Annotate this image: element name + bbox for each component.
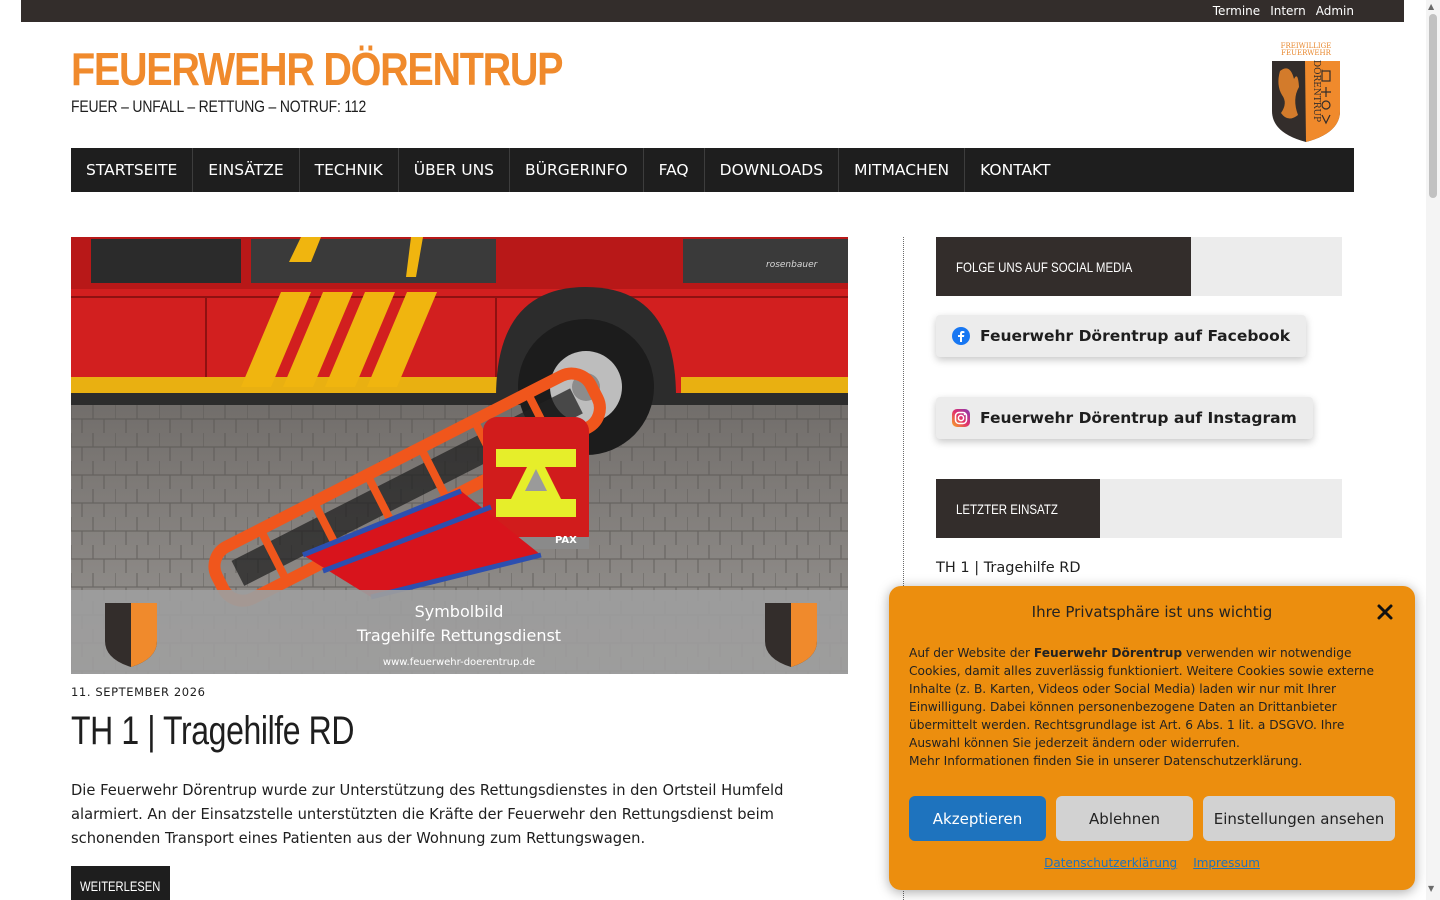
nav-item-mitmachen[interactable]: MITMACHEN [839,148,966,192]
social-heading-label: FOLGE UNS AUF SOCIAL MEDIA [936,237,1191,296]
facebook-button[interactable]: Feuerwehr Dörentrup auf Facebook [936,315,1307,357]
cookie-dialog-title: Ihre Privatsphäre ist uns wichtig [1031,603,1273,621]
post-title[interactable]: TH 1 | Tragehilfe RD [71,709,354,754]
image-caption-line-1: Symbolbild [415,602,504,621]
instagram-button-label: Feuerwehr Dörentrup auf Instagram [980,409,1297,427]
crest-side-text: DÖRENTRUP [1311,60,1323,122]
cookie-text-body: verwenden wir notwendige Cookies, damit … [909,646,1375,750]
social-heading-text: FOLGE UNS AUF SOCIAL MEDIA [956,258,1133,275]
nav-item-buergerinfo[interactable]: BÜRGERINFO [510,148,644,192]
privacy-policy-link[interactable]: Datenschutzerklärung [1044,856,1177,870]
cookie-text-more: Mehr Informationen finden Sie in unserer… [909,754,1303,768]
instagram-button[interactable]: Feuerwehr Dörentrup auf Instagram [936,397,1313,439]
cookie-text-site-name: Feuerwehr Dörentrup [1033,646,1183,660]
nav-item-faq[interactable]: FAQ [644,148,705,192]
nav-item-einsaetze[interactable]: EINSÄTZE [193,148,300,192]
accept-cookies-button[interactable]: Akzeptieren [909,796,1046,841]
last-mission-heading-label: LETZTER EINSATZ [936,479,1101,538]
cookie-settings-button[interactable]: Einstellungen ansehen [1203,796,1395,841]
nav-item-startseite[interactable]: STARTSEITE [71,148,194,192]
crest-top-text-2: FEUERWEHR [1281,49,1332,57]
backpack-brand-label: PAX [555,535,577,546]
truck-brand-label: rosenbauer [766,260,819,270]
top-link-intern[interactable]: Intern [1270,3,1306,19]
last-mission-widget-heading: LETZTER EINSATZ [936,479,1342,538]
top-link-admin[interactable]: Admin [1316,3,1354,19]
facebook-button-label: Feuerwehr Dörentrup auf Facebook [980,327,1291,345]
read-more-label: WEITERLESEN [80,878,161,894]
cookie-consent-dialog: Ihre Privatsphäre ist uns wichtig Auf de… [889,586,1415,890]
last-mission-link[interactable]: TH 1 | Tragehilfe RD [936,560,1081,576]
featured-image[interactable]: rosenbauer PAX Symbolbild Tragehilfe Ret… [71,237,848,674]
deny-cookies-button[interactable]: Ablehnen [1056,796,1193,841]
read-more-button[interactable]: WEITERLESEN [71,866,170,900]
cookie-text-prefix: Auf der Website der [909,646,1034,660]
social-widget-heading: FOLGE UNS AUF SOCIAL MEDIA [936,237,1342,296]
scrollbar-thumb[interactable] [1429,14,1437,198]
top-links: Termine Intern Admin [1213,3,1354,19]
scroll-up-arrow-icon[interactable]: ▲ [1428,2,1434,11]
imprint-link[interactable]: Impressum [1193,856,1260,870]
cookie-footer-links: Datenschutzerklärung Impressum [889,856,1415,870]
top-utility-bar: Termine Intern Admin [21,0,1404,22]
fire-department-crest-logo[interactable]: FREIWILLIGE FEUERWEHR DÖRENTRUP [1268,41,1344,143]
close-icon[interactable] [1375,602,1395,622]
nav-item-ueber-uns[interactable]: ÜBER UNS [399,148,510,192]
last-mission-heading-text: LETZTER EINSATZ [956,500,1058,517]
nav-item-technik[interactable]: TECHNIK [300,148,399,192]
site-tagline: FEUER – UNFALL – RETTUNG – NOTRUF: 112 [71,97,367,116]
image-caption-line-2: Tragehilfe Rettungsdienst [356,626,561,645]
scroll-down-arrow-icon[interactable]: ▼ [1428,884,1434,893]
nav-item-kontakt[interactable]: KONTAKT [965,148,1065,192]
post-date: 11. SEPTEMBER 2026 [71,685,206,699]
top-link-termine[interactable]: Termine [1213,3,1260,19]
cookie-dialog-text: Auf der Website der Feuerwehr Dörentrup … [909,644,1399,770]
facebook-icon [952,327,970,345]
post-excerpt: Die Feuerwehr Dörentrup wurde zur Unters… [71,782,784,847]
featured-image-illustration: rosenbauer PAX Symbolbild Tragehilfe Ret… [71,237,848,674]
nav-item-downloads[interactable]: DOWNLOADS [705,148,840,192]
image-caption-url: www.feuerwehr-doerentrup.de [383,657,535,668]
site-title[interactable]: FEUERWEHR DÖRENTRUP [71,42,564,96]
main-navigation: STARTSEITE EINSÄTZE TECHNIK ÜBER UNS BÜR… [71,148,1354,192]
instagram-icon [952,409,970,427]
